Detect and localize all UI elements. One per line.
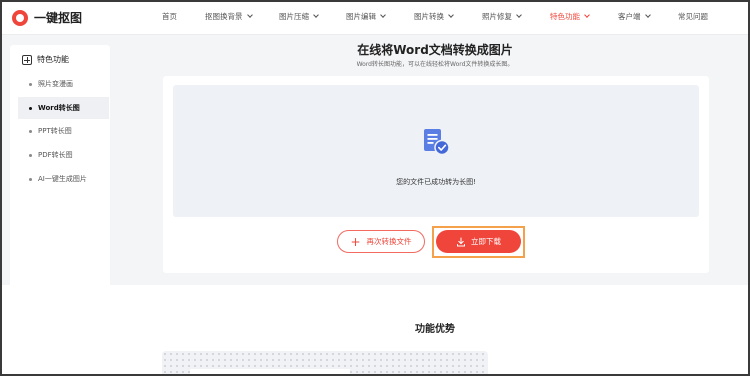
sidebar-item-pdf-to-image[interactable]: PDF转长图 <box>18 144 109 166</box>
plus-box-icon <box>22 54 32 65</box>
download-icon <box>457 237 465 246</box>
nav-label: 照片修复 <box>482 12 512 21</box>
chevron-down-icon <box>584 12 590 18</box>
chevron-down-icon <box>644 12 651 18</box>
page-title: 在线将Word文档转换成图片 <box>357 43 513 57</box>
convert-again-button[interactable]: + 再次转换文件 <box>337 230 425 253</box>
chevron-down-icon <box>246 12 253 18</box>
chevron-down-icon <box>313 12 319 18</box>
convert-again-label: 再次转换文件 <box>366 237 412 246</box>
sidebar-heading-label: 特色功能 <box>37 55 69 64</box>
bullet-icon <box>29 153 32 157</box>
document-success-icon <box>424 129 450 156</box>
nav-item-convert[interactable]: 图片转换 <box>414 11 454 22</box>
chevron-down-icon <box>448 12 454 18</box>
download-label: 立即下载 <box>471 237 501 246</box>
sidebar-item-ai-image[interactable]: AI一键生成图片 <box>18 168 109 190</box>
nav-item-features[interactable]: 特色功能 <box>550 11 590 22</box>
site-logo[interactable]: 一键抠图 <box>12 9 82 26</box>
download-button[interactable]: 立即下载 <box>436 230 521 253</box>
sidebar-item-word-to-image[interactable]: Word转长图 <box>18 97 109 119</box>
nav-item-client[interactable]: 客户端 <box>618 11 651 22</box>
bullet-icon <box>29 177 32 181</box>
bullet-icon <box>29 129 32 133</box>
nav-label: 抠图换背景 <box>205 12 243 21</box>
sidebar-item-label: Word转长图 <box>38 104 80 112</box>
success-message: 您的文件已成功转为长图! <box>396 178 476 186</box>
sidebar-item-label: 照片变漫画 <box>38 80 73 88</box>
sidebar-item-label: PPT转长图 <box>38 127 72 135</box>
bullet-icon <box>29 106 32 110</box>
nav-item-edit[interactable]: 图片编辑 <box>346 11 386 22</box>
nav-label: 图片编辑 <box>346 12 376 21</box>
nav-label: 图片压缩 <box>279 12 309 21</box>
chevron-down-icon <box>380 12 386 18</box>
nav-item-home[interactable]: 首页 <box>162 11 177 22</box>
sidebar-item-ppt-to-image[interactable]: PPT转长图 <box>18 120 109 142</box>
sidebar-item-label: AI一键生成图片 <box>38 175 87 183</box>
nav-item-cutout[interactable]: 抠图换背景 <box>205 11 253 22</box>
sidebar-item-label: PDF转长图 <box>38 151 73 159</box>
nav-label: 首页 <box>162 12 177 21</box>
nav-item-compress[interactable]: 图片压缩 <box>279 11 319 22</box>
feature-preview-card <box>190 369 350 376</box>
sidebar-heading: 特色功能 <box>22 54 69 65</box>
top-navbar: 一键抠图 首页 抠图换背景 图片压缩 图片编辑 图片转换 照片修复 特色功能 客… <box>0 0 750 35</box>
logo-icon <box>12 9 28 26</box>
chevron-down-icon <box>516 12 522 18</box>
nav-item-repair[interactable]: 照片修复 <box>482 11 522 22</box>
nav-label: 常见问题 <box>678 12 708 21</box>
nav-item-faq[interactable]: 常见问题 <box>678 11 708 22</box>
logo-text: 一键抠图 <box>34 11 83 25</box>
nav-label: 特色功能 <box>550 12 580 21</box>
sidebar-item-photo-to-cartoon[interactable]: 照片变漫画 <box>18 73 109 95</box>
bullet-icon <box>29 82 32 86</box>
nav-label: 图片转换 <box>414 12 444 21</box>
plus-icon: + <box>350 234 361 249</box>
nav-label: 客户端 <box>618 12 641 21</box>
page-subtitle: Word转长图功能，可以在线轻松将Word文件转换成长图。 <box>356 61 514 68</box>
section-title: 功能优势 <box>415 324 455 335</box>
